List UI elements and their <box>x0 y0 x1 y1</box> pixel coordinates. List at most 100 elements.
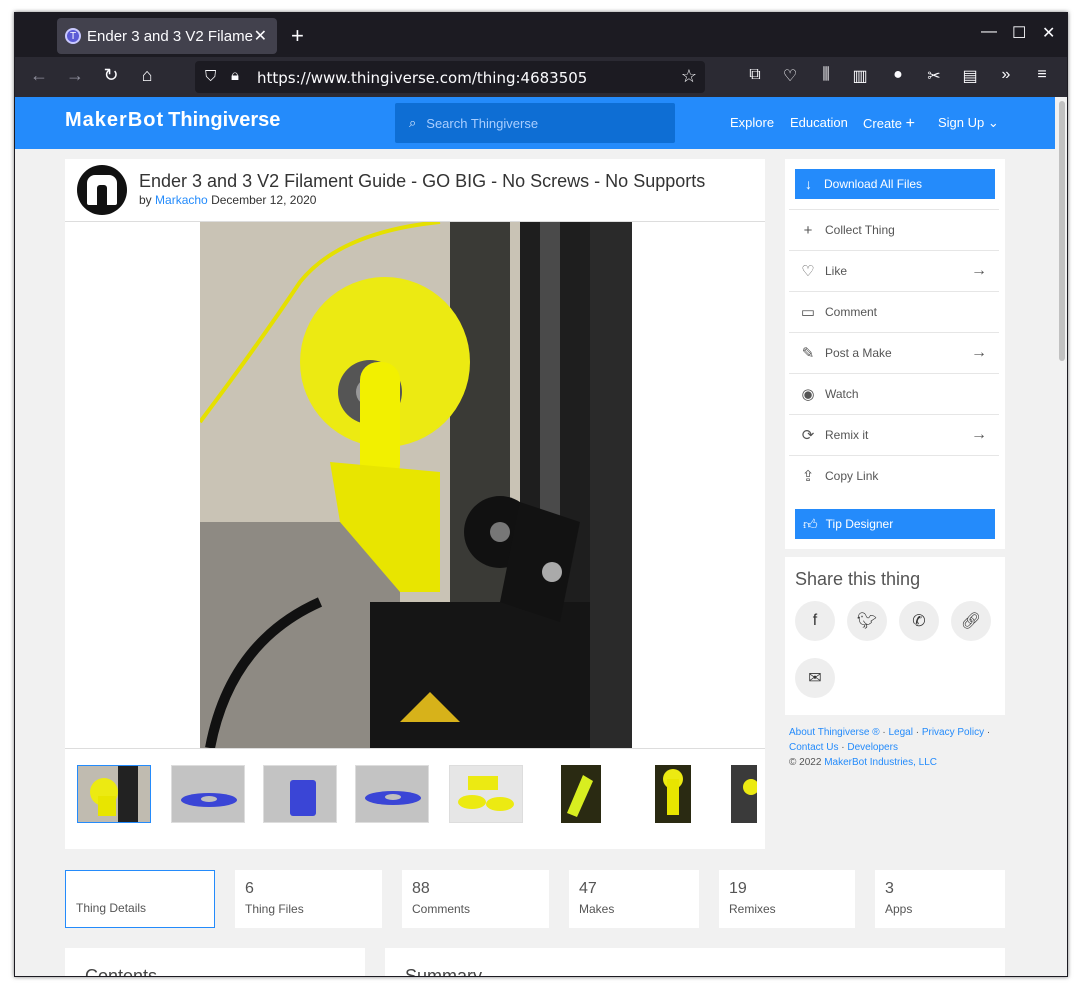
maximize-icon[interactable]: ☐ <box>1012 23 1026 43</box>
plus-icon: + <box>803 221 813 239</box>
tab-title: Ender 3 and 3 V2 Filament Guide - GO BIG… <box>87 27 253 45</box>
chevron-down-icon: ⌄ <box>987 115 999 130</box>
library-icon[interactable]: ⫼ <box>815 66 837 84</box>
scrollbar-thumb[interactable] <box>1059 101 1065 361</box>
pencil-icon: ✎ <box>801 345 815 362</box>
about-link[interactable]: About Thingiverse ® <box>789 727 880 738</box>
eye-icon: ◉ <box>801 386 815 403</box>
address-bar[interactable]: ⛉ 🔒︎ https://www.thingiverse.com/thing:4… <box>195 61 705 93</box>
thumbnail-8[interactable] <box>731 765 757 823</box>
lock-icon[interactable]: 🔒︎ <box>231 67 239 84</box>
summary-panel: Summary <box>385 948 1005 977</box>
contents-panel: Contents <box>65 948 365 977</box>
privacy-link[interactable]: Privacy Policy <box>922 727 984 738</box>
tab-apps[interactable]: 3 Apps <box>875 870 1005 928</box>
tab-comments[interactable]: 88 Comments <box>402 870 549 928</box>
heart-icon: ♡ <box>801 263 815 280</box>
twitter-icon[interactable]: 🐦︎ <box>847 601 887 641</box>
thumbnail-6[interactable] <box>543 765 617 823</box>
thumbnail-strip <box>77 765 757 827</box>
post-make-button[interactable]: ✎ Post a Make → <box>789 332 999 373</box>
page-scrollbar[interactable] <box>1055 97 1067 976</box>
mail-icon[interactable]: ✉ <box>795 658 835 698</box>
thumbnail-1[interactable] <box>77 765 151 823</box>
contact-link[interactable]: Contact Us <box>789 742 838 753</box>
tab-thing-files[interactable]: 6 Thing Files <box>235 870 382 928</box>
close-tab-icon[interactable]: ✕ <box>254 26 267 46</box>
like-button[interactable]: ♡ Like → <box>789 250 999 291</box>
thumbnail-2[interactable] <box>171 765 245 823</box>
tracking-shield-icon[interactable]: ⛉ <box>205 68 216 85</box>
browser-tab[interactable]: T Ender 3 and 3 V2 Filament Guide - GO B… <box>57 18 277 54</box>
remix-icon: ⟳ <box>801 427 815 444</box>
search-icon: ⌕ <box>409 115 417 130</box>
comment-button[interactable]: ▭ Comment <box>789 291 999 332</box>
collect-thing-button[interactable]: + Collect Thing <box>789 209 999 250</box>
browser-window: T Ender 3 and 3 V2 Filament Guide - GO B… <box>14 12 1068 977</box>
main-photo <box>200 222 632 748</box>
author-link[interactable]: Markacho <box>155 193 208 207</box>
remix-button[interactable]: ⟳ Remix it → <box>789 414 999 455</box>
nav-explore[interactable]: Explore <box>730 115 774 130</box>
tab-thing-details[interactable]: Thing Details <box>65 870 215 928</box>
reload-icon[interactable]: ↻ <box>99 65 123 86</box>
web-page: MakerBot Thingiverse ⌕ Search Thingiverse… <box>15 97 1055 977</box>
home-icon[interactable]: ⌂ <box>135 65 159 86</box>
contents-heading: Contents <box>85 966 158 977</box>
account-icon[interactable]: ● <box>887 66 909 84</box>
site-header: MakerBot Thingiverse ⌕ Search Thingiverse… <box>15 97 1055 149</box>
hamburger-menu-icon[interactable]: ≡ <box>1031 66 1053 84</box>
download-all-button[interactable]: ↓ Download All Files <box>795 169 995 199</box>
forward-icon[interactable]: → <box>63 65 87 86</box>
page-title: Ender 3 and 3 V2 Filament Guide - GO BIG… <box>139 171 706 191</box>
thumbnail-5[interactable] <box>449 765 523 823</box>
company-link[interactable]: MakerBot Industries, LLC <box>824 757 937 768</box>
action-sidebar: ↓ Download All Files + Collect Thing ♡ Lik… <box>785 159 1005 549</box>
thumbnail-3[interactable] <box>263 765 337 823</box>
facebook-icon[interactable]: f <box>795 601 835 641</box>
new-tab-button[interactable]: + <box>291 23 304 49</box>
document-icon[interactable]: ▤ <box>959 66 981 86</box>
whatsapp-icon[interactable]: ✆ <box>899 601 939 641</box>
tab-makes[interactable]: 47 Makes <box>569 870 699 928</box>
share-panel: Share this thing f 🐦︎ ✆ 🔗︎ ✉ <box>785 557 1005 715</box>
plus-icon: + <box>905 115 915 132</box>
main-image-viewer[interactable] <box>65 221 765 749</box>
byline: by Markacho December 12, 2020 <box>139 193 317 207</box>
overflow-menu-icon[interactable]: » <box>995 66 1017 84</box>
tab-remixes[interactable]: 19 Remixes <box>719 870 855 928</box>
avatar[interactable] <box>77 165 127 215</box>
thumbnail-4[interactable] <box>355 765 429 823</box>
watch-button[interactable]: ◉ Watch <box>789 373 999 414</box>
comment-icon: ▭ <box>800 304 816 321</box>
navigation-toolbar: ← → ↻ ⌂ ⛉ 🔒︎ https://www.thingiverse.com… <box>15 57 1067 97</box>
tip-designer-button[interactable]: 👍︎ Tip Designer <box>795 509 995 539</box>
back-icon[interactable]: ← <box>27 65 51 86</box>
url-text[interactable]: https://www.thingiverse.com/thing:468350… <box>257 69 587 87</box>
tab-strip: T Ender 3 and 3 V2 Filament Guide - GO B… <box>15 13 1067 57</box>
bookmark-star-icon[interactable]: ☆ <box>681 66 697 87</box>
developers-link[interactable]: Developers <box>847 742 898 753</box>
legal-link[interactable]: Legal <box>888 727 912 738</box>
link-icon[interactable]: 🔗︎ <box>951 601 991 641</box>
close-window-icon[interactable]: ✕ <box>1042 23 1055 43</box>
minimize-icon[interactable]: — <box>981 23 997 41</box>
search-input[interactable]: ⌕ Search Thingiverse <box>395 103 675 143</box>
arrow-right-icon: → <box>971 426 987 443</box>
extensions-icon[interactable]: ⧉ <box>744 66 766 84</box>
nav-education[interactable]: Education <box>790 115 848 130</box>
summary-heading: Summary <box>405 966 483 977</box>
publish-date: December 12, 2020 <box>211 193 317 207</box>
thingiverse-favicon-icon: T <box>65 28 81 44</box>
arrow-right-icon: → <box>971 344 987 361</box>
thumbnail-7[interactable] <box>637 765 711 823</box>
sidebar-icon[interactable]: ▥ <box>849 66 871 86</box>
makerbot-thingiverse-logo[interactable]: MakerBot Thingiverse <box>65 109 280 132</box>
pocket-icon[interactable]: ♡ <box>779 66 801 86</box>
download-icon: ↓ <box>805 176 812 192</box>
copy-link-button[interactable]: ⇪ Copy Link <box>789 455 999 496</box>
nav-create[interactable]: Create + <box>863 115 915 133</box>
screenshot-icon[interactable]: ✂ <box>923 66 945 86</box>
thing-main-card: Ender 3 and 3 V2 Filament Guide - GO BIG… <box>65 159 765 849</box>
nav-signup[interactable]: Sign Up ⌄ <box>938 115 999 131</box>
